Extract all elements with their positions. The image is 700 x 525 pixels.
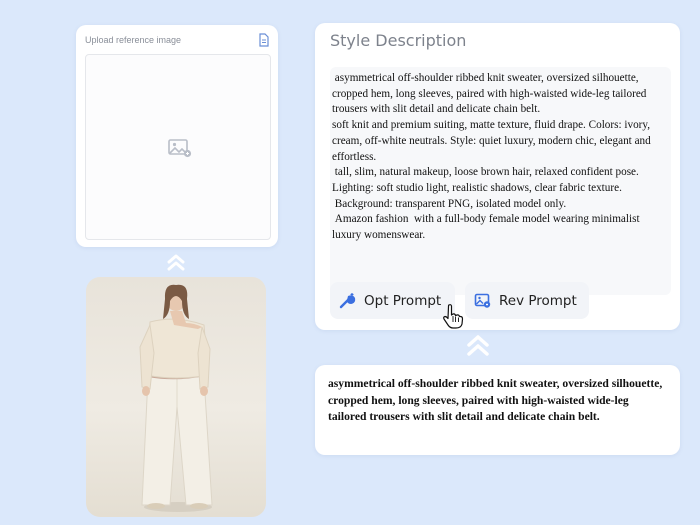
image-placeholder-icon bbox=[168, 139, 192, 158]
style-description-text: asymmetrical off-shoulder ribbed knit sw… bbox=[332, 72, 651, 242]
magic-wand-icon bbox=[339, 292, 356, 308]
model-figure-illustration bbox=[139, 284, 213, 512]
style-title: Style Description bbox=[330, 31, 467, 50]
upload-panel: Upload reference image bbox=[76, 25, 278, 247]
chevron-up-icon bbox=[467, 335, 489, 356]
optimized-prompt-text: asymmetrical off-shoulder ribbed knit sw… bbox=[328, 377, 663, 424]
optimized-prompt-result: asymmetrical off-shoulder ribbed knit sw… bbox=[315, 365, 680, 455]
opt-prompt-button[interactable]: Opt Prompt bbox=[330, 282, 455, 319]
model-photo bbox=[86, 277, 266, 517]
style-description-textarea[interactable]: asymmetrical off-shoulder ribbed knit sw… bbox=[330, 67, 671, 295]
file-icon[interactable] bbox=[258, 33, 270, 47]
upload-title: Upload reference image bbox=[85, 35, 182, 45]
rev-prompt-button[interactable]: Rev Prompt bbox=[465, 282, 589, 319]
opt-prompt-label: Opt Prompt bbox=[364, 292, 442, 309]
upload-dropzone[interactable] bbox=[85, 54, 271, 240]
hand-pointer-icon bbox=[443, 304, 464, 329]
rev-prompt-label: Rev Prompt bbox=[499, 292, 577, 309]
chevron-up-icon bbox=[167, 254, 185, 271]
image-search-icon bbox=[474, 293, 491, 308]
